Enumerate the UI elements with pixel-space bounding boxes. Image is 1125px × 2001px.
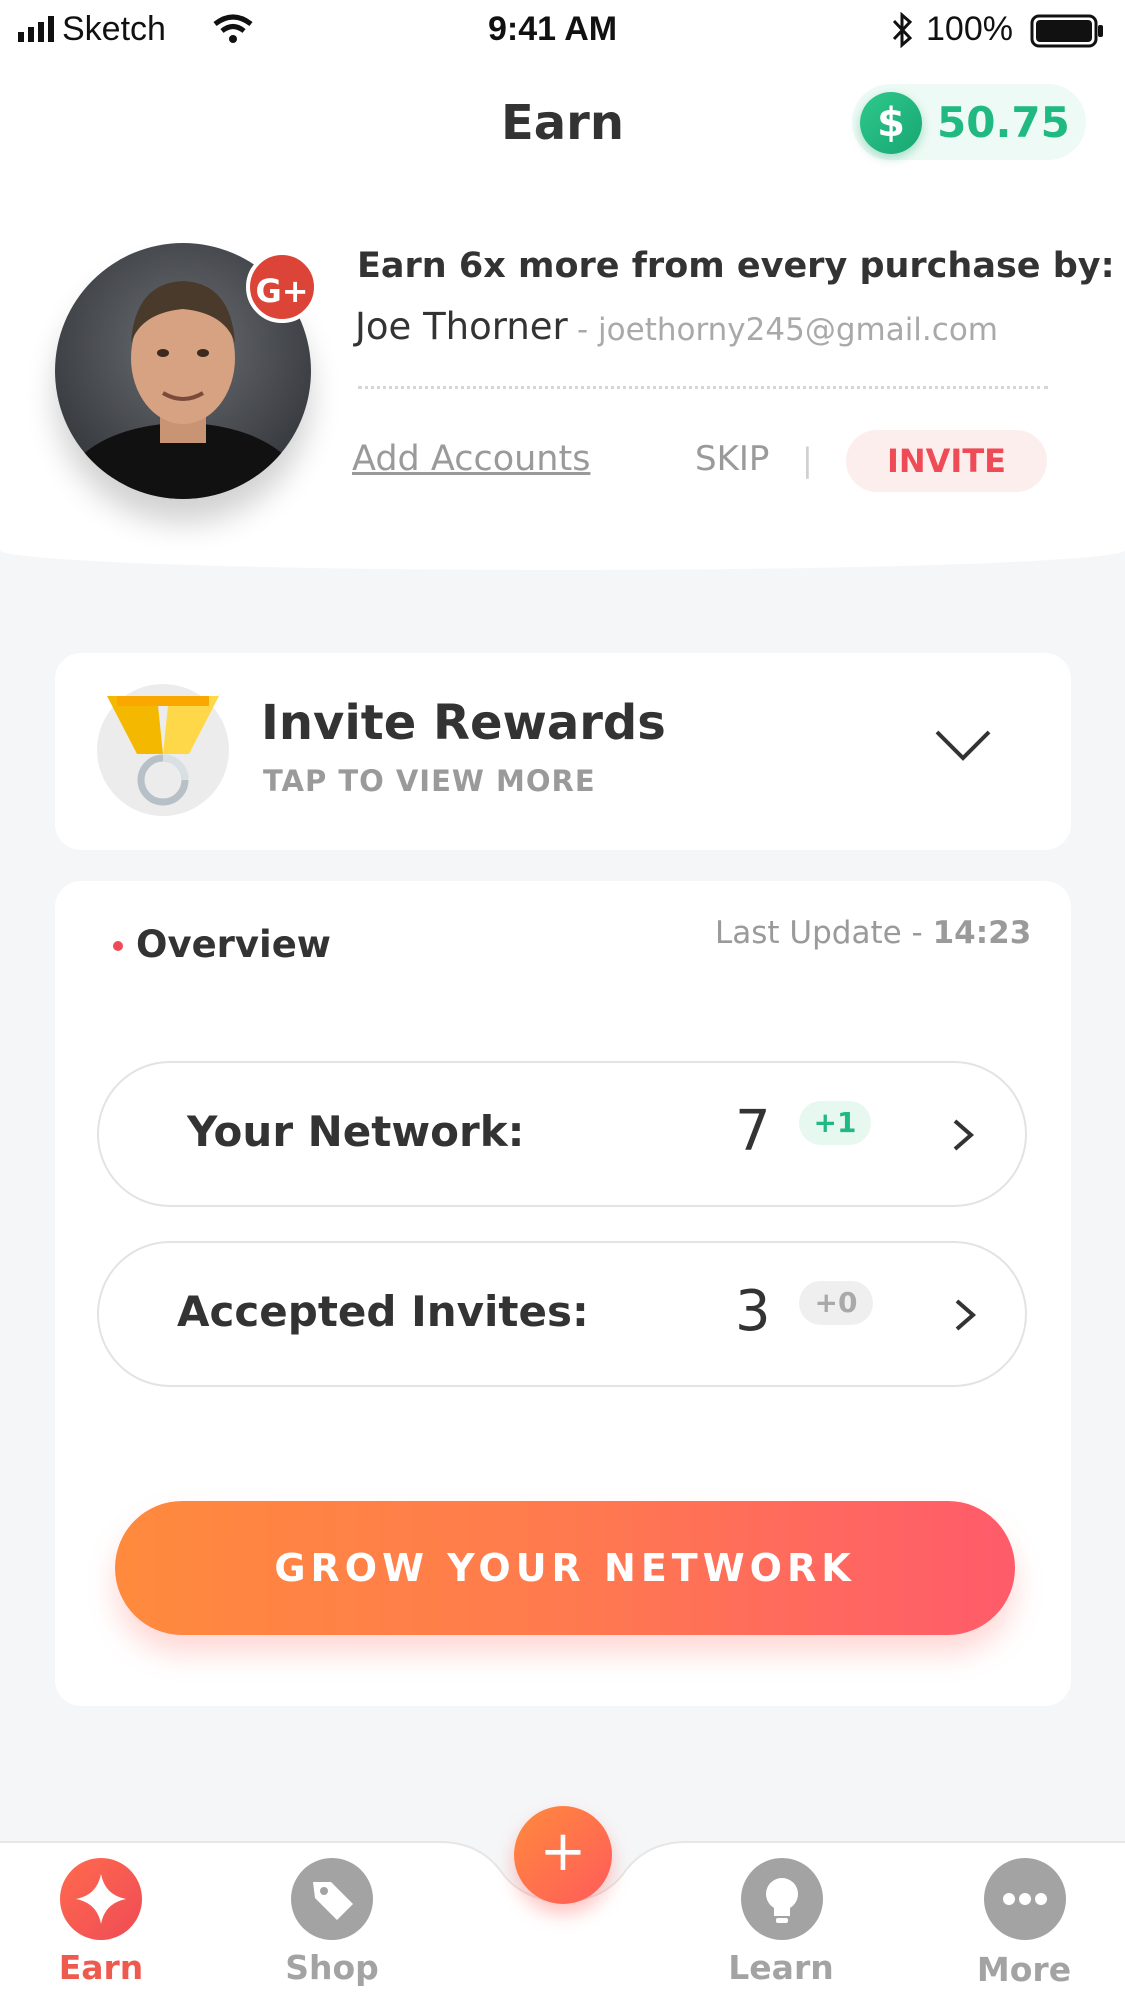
balance-pill[interactable]: $ 50.75	[852, 84, 1086, 160]
tab-label-earn: Earn	[58, 1948, 144, 1987]
medal-icon	[97, 684, 229, 816]
last-update-time: 14:23	[932, 915, 1032, 951]
add-accounts-link[interactable]: Add Accounts	[352, 439, 590, 479]
rewards-title: Invite Rewards	[261, 695, 666, 751]
user-email: - joethorny245@gmail.com	[577, 312, 998, 348]
lightbulb-icon	[741, 1858, 823, 1940]
bluetooth-icon	[892, 12, 913, 48]
skip-button[interactable]: SKIP	[695, 439, 769, 479]
tab-label-more: More	[976, 1950, 1072, 1989]
last-update-prefix: Last Update -	[715, 915, 933, 951]
accepted-invites-value: 3	[735, 1279, 771, 1344]
chevron-right-icon	[955, 1299, 977, 1331]
battery-percent: 100%	[926, 10, 1013, 48]
tab-shop[interactable]: Shop	[242, 1838, 422, 2001]
accepted-invites-row[interactable]: Accepted Invites: 3 +0	[97, 1241, 1027, 1387]
tab-label-shop: Shop	[285, 1948, 379, 1987]
dollar-icon: $	[860, 92, 922, 154]
accepted-invites-delta-badge: +0	[799, 1281, 873, 1325]
invite-button[interactable]: INVITE	[846, 430, 1047, 492]
sparkle-icon	[60, 1858, 142, 1940]
overview-label: Overview	[136, 923, 331, 966]
tab-label-learn: Learn	[728, 1948, 834, 1987]
chevron-right-icon	[953, 1119, 975, 1151]
status-bar: Sketch 9:41 AM 100%	[0, 0, 1125, 64]
chevron-down-icon[interactable]	[933, 726, 993, 766]
network-delta-badge: +1	[799, 1101, 871, 1145]
tab-more[interactable]: More	[934, 1838, 1114, 2001]
carrier-name: Sketch	[62, 10, 166, 48]
google-plus-icon: G+	[246, 251, 318, 323]
last-update: Last Update - 14:23	[715, 915, 1031, 951]
earn-heading: Earn 6x more from every purchase by:	[357, 246, 1115, 286]
invite-rewards-card[interactable]: Invite Rewards TAP TO VIEW MORE	[55, 653, 1071, 850]
add-fab-button[interactable]: +	[514, 1806, 612, 1904]
separator: |	[802, 441, 813, 479]
tag-icon	[291, 1858, 373, 1940]
network-label: Your Network:	[187, 1107, 525, 1156]
tab-learn[interactable]: Learn	[691, 1838, 871, 2001]
grow-network-button[interactable]: GROW YOUR NETWORK	[115, 1501, 1015, 1635]
tab-earn[interactable]: Earn	[11, 1838, 191, 2001]
status-dot	[113, 941, 123, 951]
more-dots-icon	[984, 1858, 1066, 1940]
balance-amount: 50.75	[937, 98, 1070, 147]
signal-icon	[18, 16, 54, 42]
overview-card: Overview Last Update - 14:23 Your Networ…	[55, 881, 1071, 1706]
network-row[interactable]: Your Network: 7 +1	[97, 1061, 1027, 1207]
accepted-invites-label: Accepted Invites:	[177, 1287, 589, 1336]
battery-icon	[1030, 14, 1103, 48]
status-time: 9:41 AM	[488, 10, 618, 48]
wifi-icon	[213, 14, 253, 43]
rewards-subtitle: TAP TO VIEW MORE	[263, 764, 596, 798]
user-name: Joe Thorner	[355, 305, 568, 348]
network-value: 7	[735, 1099, 771, 1164]
divider-dotted	[358, 386, 1048, 389]
